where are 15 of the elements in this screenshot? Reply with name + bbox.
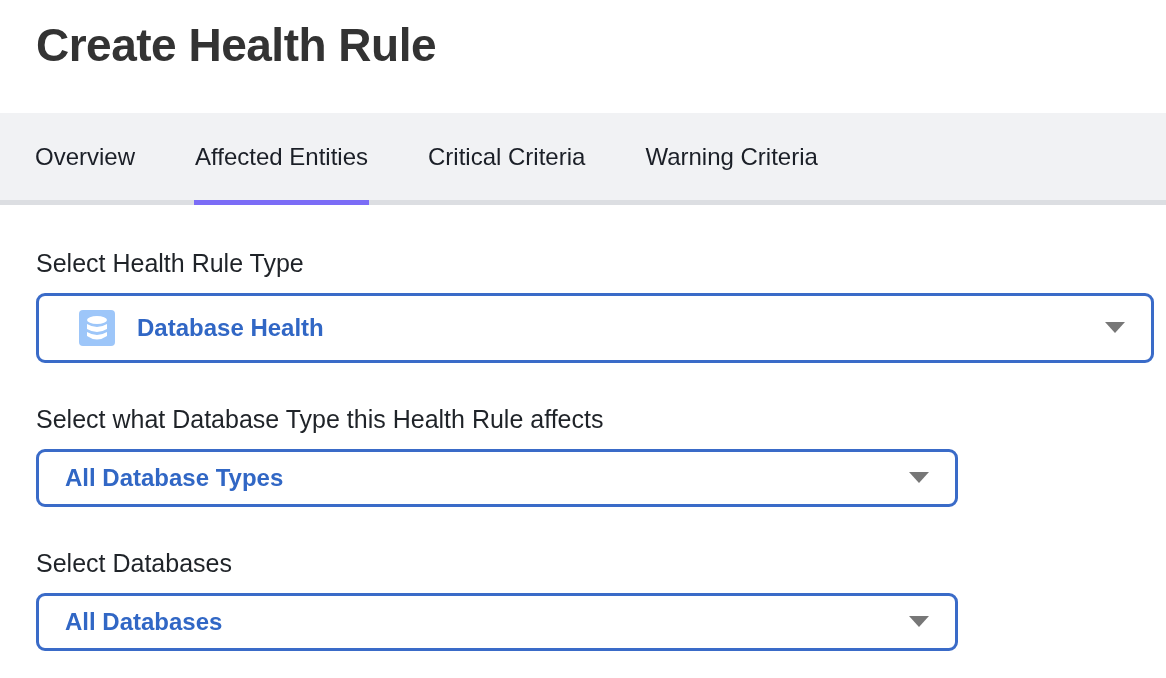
tab[interactable]: Warning Criteria (644, 113, 819, 205)
dropdown[interactable]: All Databases (36, 593, 958, 651)
dropdown[interactable]: All Database Types (36, 449, 958, 507)
database-icon (79, 310, 115, 346)
field-label: Select what Database Type this Health Rule affects (36, 404, 605, 435)
tab[interactable]: Affected Entities (194, 113, 370, 205)
caret-icon (909, 616, 929, 628)
field-label: Select Databases (36, 548, 233, 579)
tab[interactable]: Overview (34, 113, 137, 205)
caret-icon (1105, 322, 1125, 334)
field-label: Select Health Rule Type (36, 248, 305, 279)
tab[interactable]: Critical Criteria (427, 113, 587, 205)
page-title: Create Health Rule (35, 18, 437, 73)
caret-icon (909, 472, 929, 484)
dropdown[interactable]: Database Health (36, 293, 1154, 363)
